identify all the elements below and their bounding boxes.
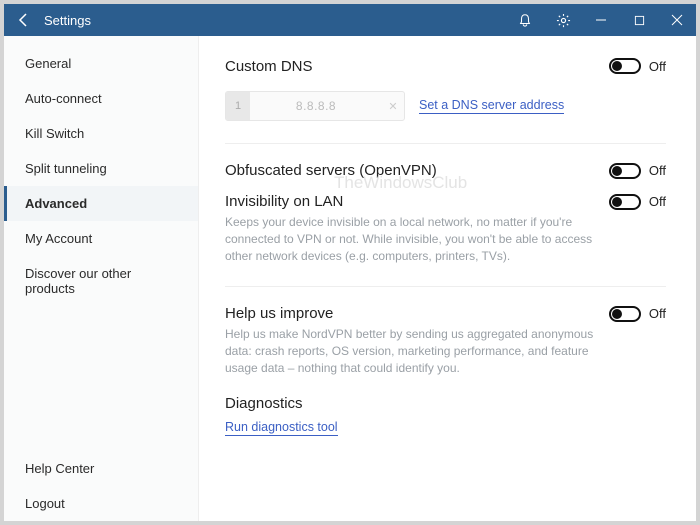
custom-dns-title: Custom DNS bbox=[225, 58, 313, 75]
custom-dns-toggle[interactable] bbox=[609, 58, 641, 74]
obfuscated-toggle-state: Off bbox=[649, 163, 666, 178]
window-title: Settings bbox=[44, 13, 91, 28]
help-improve-title: Help us improve bbox=[225, 305, 333, 322]
sidebar: General Auto-connect Kill Switch Split t… bbox=[4, 36, 199, 521]
help-improve-toggle[interactable] bbox=[609, 306, 641, 322]
divider bbox=[225, 143, 666, 144]
close-button[interactable] bbox=[658, 4, 696, 36]
invisibility-toggle[interactable] bbox=[609, 194, 641, 210]
minimize-button[interactable] bbox=[582, 4, 620, 36]
sidebar-item-advanced[interactable]: Advanced bbox=[4, 186, 198, 221]
run-diagnostics-link[interactable]: Run diagnostics tool bbox=[225, 420, 338, 436]
set-dns-link[interactable]: Set a DNS server address bbox=[419, 98, 564, 114]
divider bbox=[225, 286, 666, 287]
sidebar-item-auto-connect[interactable]: Auto-connect bbox=[4, 81, 198, 116]
diagnostics-title: Diagnostics bbox=[225, 395, 666, 412]
obfuscated-toggle[interactable] bbox=[609, 163, 641, 179]
custom-dns-toggle-state: Off bbox=[649, 59, 666, 74]
sidebar-item-logout[interactable]: Logout bbox=[4, 486, 198, 521]
gear-icon[interactable] bbox=[544, 4, 582, 36]
dns-index: 1 bbox=[226, 92, 250, 120]
settings-content: Custom DNS Off 1 8.8.8.8 ✕ Set a DNS ser… bbox=[199, 36, 696, 521]
invisibility-toggle-state: Off bbox=[649, 194, 666, 209]
sidebar-item-general[interactable]: General bbox=[4, 46, 198, 81]
sidebar-item-discover[interactable]: Discover our other products bbox=[4, 256, 198, 306]
sidebar-item-split-tunneling[interactable]: Split tunneling bbox=[4, 151, 198, 186]
sidebar-item-kill-switch[interactable]: Kill Switch bbox=[4, 116, 198, 151]
maximize-button[interactable] bbox=[620, 4, 658, 36]
help-improve-toggle-state: Off bbox=[649, 306, 666, 321]
dns-placeholder: 8.8.8.8 bbox=[250, 99, 382, 113]
bell-icon[interactable] bbox=[506, 4, 544, 36]
sidebar-item-help-center[interactable]: Help Center bbox=[4, 451, 198, 486]
obfuscated-title: Obfuscated servers (OpenVPN) bbox=[225, 162, 437, 179]
help-improve-desc: Help us make NordVPN better by sending u… bbox=[225, 326, 605, 376]
title-bar: Settings bbox=[4, 4, 696, 36]
invisibility-title: Invisibility on LAN bbox=[225, 193, 343, 210]
back-button[interactable] bbox=[4, 12, 44, 28]
dns-clear-icon[interactable]: ✕ bbox=[382, 92, 404, 120]
sidebar-item-my-account[interactable]: My Account bbox=[4, 221, 198, 256]
invisibility-desc: Keeps your device invisible on a local n… bbox=[225, 214, 605, 264]
dns-input[interactable]: 1 8.8.8.8 ✕ bbox=[225, 91, 405, 121]
